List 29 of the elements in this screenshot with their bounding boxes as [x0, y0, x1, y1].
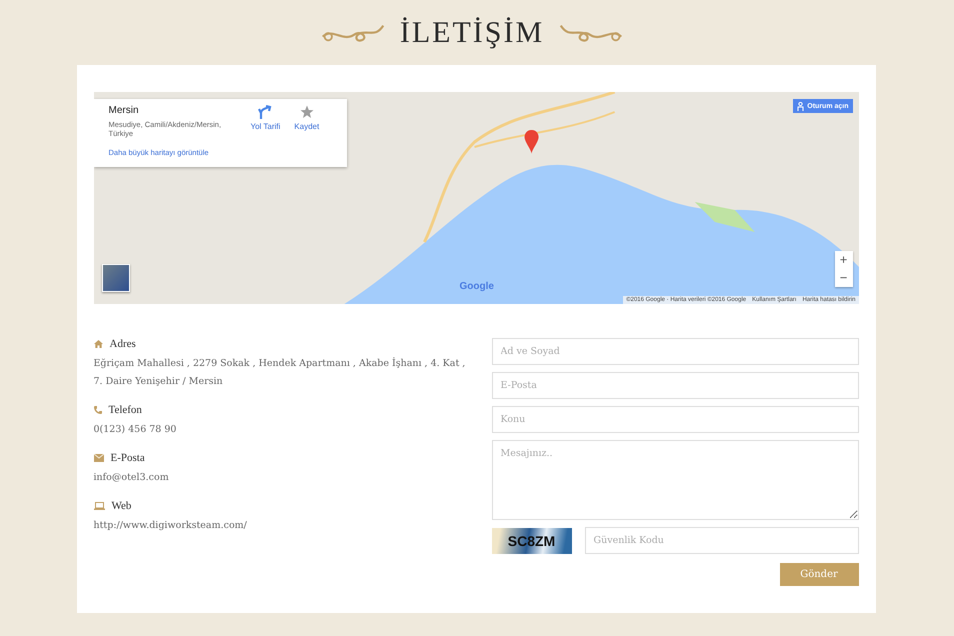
directions-button[interactable]: Yol Tarifi: [250, 105, 280, 139]
page-title: İLETİŞİM: [400, 16, 544, 50]
satellite-thumbnail[interactable]: [102, 264, 130, 292]
phone-icon: [94, 406, 102, 414]
input-field[interactable]: Konu: [492, 406, 858, 433]
contact-value: 0(123) 456 78 90: [94, 423, 178, 437]
message-field[interactable]: Mesajınız..: [492, 440, 858, 520]
input-field[interactable]: Ad ve Soyad: [492, 338, 858, 365]
contact-label: Telefon: [108, 404, 142, 416]
contact-label: Adres: [110, 338, 136, 350]
contact-value: Eğriçam Mahallesi , 2279 Sokak , Hendek Apartmanı , Akabe İşhanı , 4. Kat , 7. Daire Yenişehir / Mersin: [94, 356, 466, 389]
contact-label: E-Posta: [110, 452, 145, 464]
place-name: Mersin: [108, 105, 140, 116]
envelope-icon: [94, 454, 104, 462]
home-icon: [94, 340, 102, 348]
zoom-in-button[interactable]: +: [834, 251, 852, 269]
map-logo: Google: [460, 281, 494, 292]
person-icon: [797, 102, 804, 110]
zoom-out-button[interactable]: −: [834, 269, 852, 287]
laptop-icon: [94, 502, 104, 510]
input-field[interactable]: E-Posta: [492, 372, 858, 399]
directions-icon: [258, 105, 272, 119]
contact-value: info@otel3.com: [94, 471, 170, 485]
contact-label: Web: [112, 500, 132, 512]
save-button[interactable]: Kaydet: [294, 105, 320, 139]
star-icon: [300, 105, 314, 119]
map-pin-icon: [524, 130, 538, 154]
security-code-field[interactable]: Güvenlik Kodu: [584, 527, 858, 554]
website-link[interactable]: http://www.digiworksteam.com/: [94, 517, 466, 535]
